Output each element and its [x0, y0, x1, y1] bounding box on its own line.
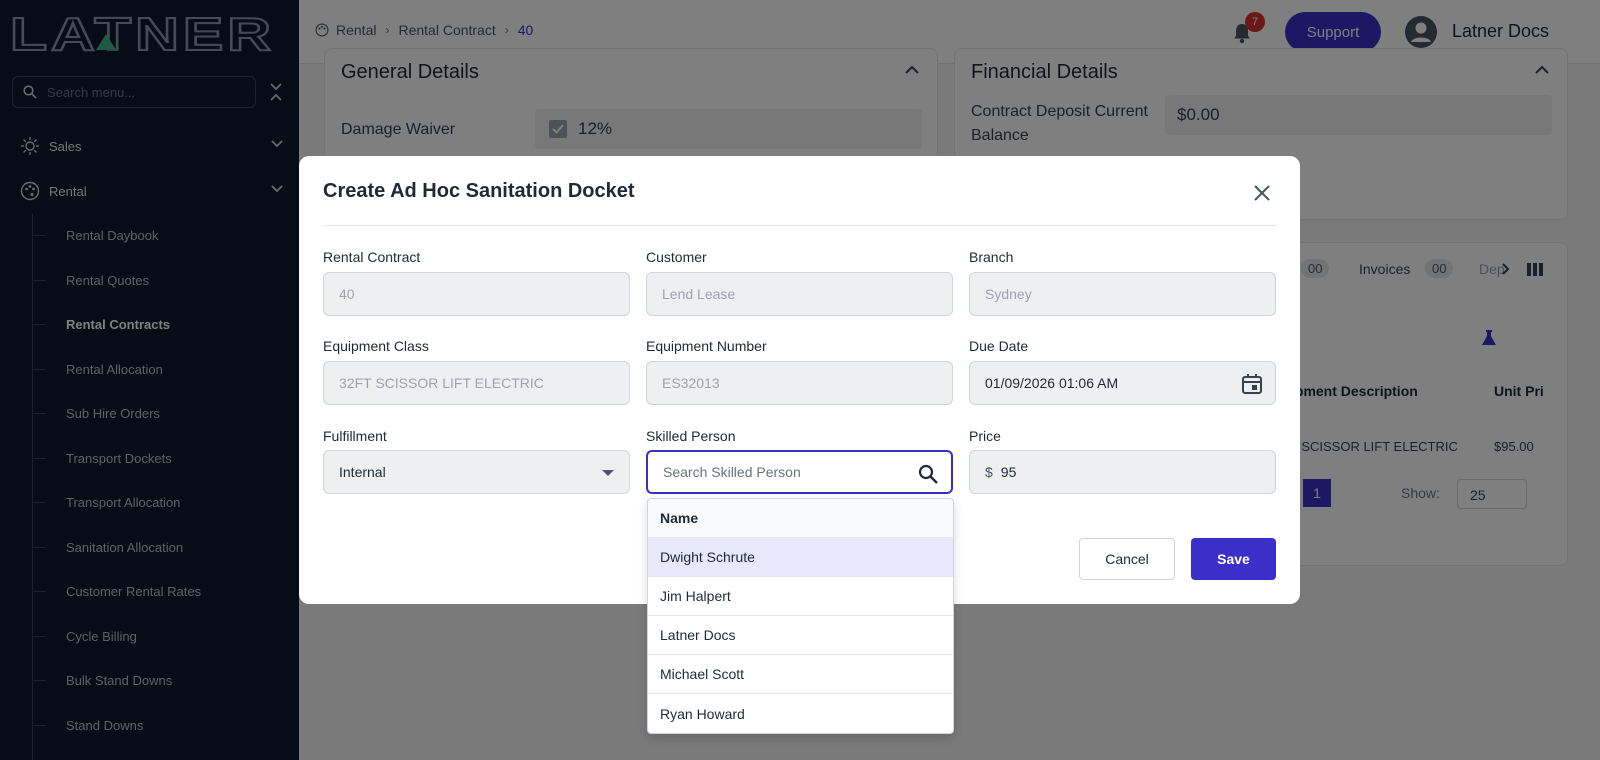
- due-date-value: 01/09/2026 01:06 AM: [985, 375, 1119, 391]
- close-icon[interactable]: [1253, 184, 1271, 202]
- due-date-label: Due Date: [969, 338, 1029, 354]
- cancel-button[interactable]: Cancel: [1079, 538, 1175, 580]
- modal-title: Create Ad Hoc Sanitation Docket: [323, 180, 635, 202]
- branch-field: Sydney: [969, 272, 1276, 316]
- fulfillment-value: Internal: [339, 464, 386, 480]
- equipment-number-value: ES32013: [662, 375, 720, 391]
- dropdown-header: Name: [648, 499, 953, 538]
- customer-field: Lend Lease: [646, 272, 953, 316]
- equipment-number-field: ES32013: [646, 361, 953, 405]
- price-label: Price: [969, 428, 1001, 444]
- skilled-person-dropdown: Name Dwight Schrute Jim Halpert Latner D…: [647, 498, 954, 734]
- equipment-class-label: Equipment Class: [323, 338, 429, 354]
- dropdown-option[interactable]: Latner Docs: [648, 616, 953, 655]
- skilled-person-field[interactable]: [646, 450, 953, 494]
- currency-symbol: $: [985, 464, 993, 480]
- customer-value: Lend Lease: [662, 286, 736, 302]
- calendar-icon[interactable]: [1241, 373, 1263, 395]
- rental-contract-field: 40: [323, 272, 630, 316]
- equipment-number-label: Equipment Number: [646, 338, 767, 354]
- price-value: 95: [1000, 464, 1017, 480]
- rental-contract-label: Rental Contract: [323, 249, 421, 265]
- skilled-person-input[interactable]: [663, 464, 903, 480]
- branch-value: Sydney: [985, 286, 1032, 302]
- skilled-person-label: Skilled Person: [646, 428, 736, 444]
- dropdown-option[interactable]: Ryan Howard: [648, 694, 953, 733]
- equipment-class-value: 32FT SCISSOR LIFT ELECTRIC: [339, 375, 544, 391]
- dropdown-option[interactable]: Dwight Schrute: [648, 538, 953, 577]
- dropdown-option[interactable]: Michael Scott: [648, 655, 953, 694]
- equipment-class-field: 32FT SCISSOR LIFT ELECTRIC: [323, 361, 630, 405]
- modal-divider: [323, 225, 1276, 226]
- dropdown-option[interactable]: Jim Halpert: [648, 577, 953, 616]
- fulfillment-label: Fulfillment: [323, 428, 387, 444]
- due-date-field[interactable]: 01/09/2026 01:06 AM: [969, 361, 1276, 405]
- price-field[interactable]: $ 95: [969, 450, 1276, 494]
- search-icon[interactable]: [917, 463, 939, 485]
- save-button[interactable]: Save: [1191, 538, 1276, 580]
- fulfillment-select[interactable]: Internal: [323, 450, 630, 494]
- rental-contract-value: 40: [339, 286, 355, 302]
- caret-down-icon: [602, 470, 614, 476]
- customer-label: Customer: [646, 249, 707, 265]
- branch-label: Branch: [969, 249, 1014, 265]
